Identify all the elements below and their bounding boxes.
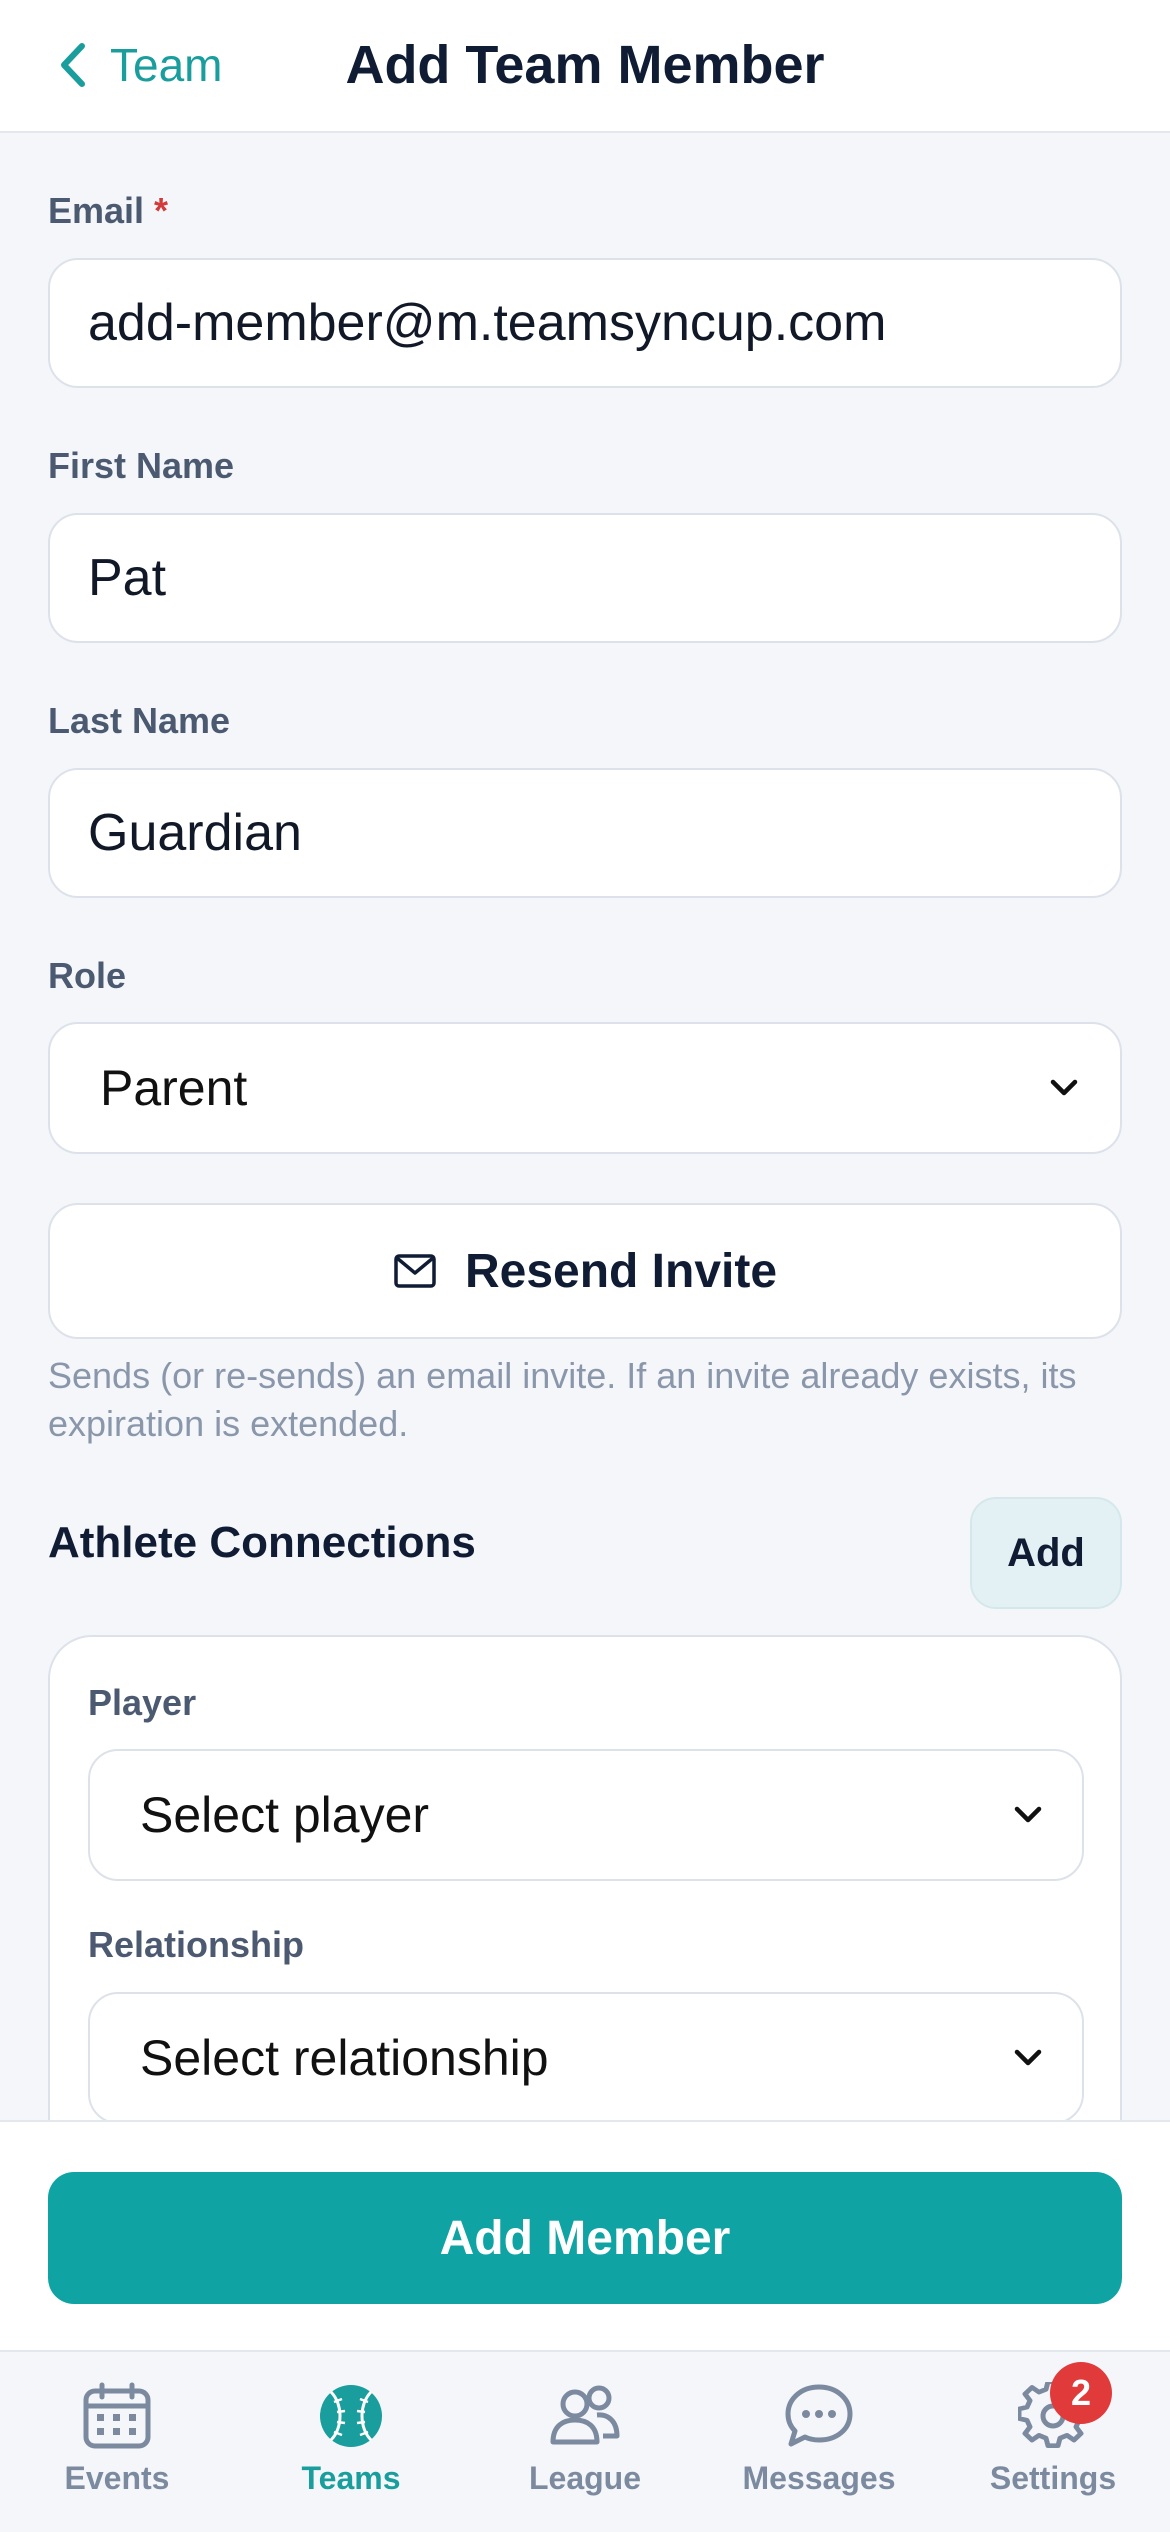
settings-badge: 2 [1050, 2362, 1112, 2424]
add-member-label: Add Member [439, 2211, 731, 2265]
first-name-field[interactable]: Pat [48, 513, 1122, 643]
mail-icon [394, 1254, 436, 1288]
email-value: add-member@m.teamsyncup.com [88, 294, 887, 352]
first-name-label: First Name [48, 445, 235, 486]
relationship-label: Relationship [88, 1924, 305, 1965]
athlete-connections-title: Athlete Connections [48, 1518, 476, 1567]
baseball-icon [320, 2385, 382, 2447]
chevron-down-icon [1014, 1806, 1042, 1823]
tab-messages[interactable]: Messages [702, 2352, 936, 2532]
top-nav-bar: Team Add Team Member [0, 0, 1170, 133]
chevron-down-icon [1014, 2049, 1042, 2066]
relationship-value: Select relationship [140, 2030, 549, 2086]
action-footer: Add Member [0, 2120, 1170, 2350]
tab-teams[interactable]: Teams [234, 2352, 468, 2532]
email-field[interactable]: add-member@m.teamsyncup.com [48, 258, 1122, 388]
tab-messages-label: Messages [742, 2460, 896, 2496]
invite-help-text: Sends (or re-sends) an email invite. If … [48, 1355, 1077, 1444]
player-value: Select player [140, 1787, 430, 1843]
player-label: Player [88, 1682, 197, 1723]
calendar-icon [83, 2382, 151, 2449]
role-label: Role [48, 955, 127, 996]
people-icon [550, 2385, 620, 2445]
resend-invite-label: Resend Invite [464, 1244, 778, 1298]
tab-settings-label: Settings [989, 2460, 1117, 2496]
tab-events-label: Events [64, 2460, 170, 2496]
tab-teams-label: Teams [301, 2460, 401, 2496]
tab-settings[interactable]: Settings 2 [936, 2352, 1170, 2532]
role-value: Parent [100, 1060, 248, 1116]
player-select[interactable]: Select player [88, 1749, 1084, 1881]
bottom-tab-bar: Events Teams League Messages Settings 2 [0, 2350, 1170, 2532]
resend-invite-button[interactable]: Resend Invite [48, 1203, 1122, 1339]
page-title: Add Team Member [345, 35, 825, 95]
relationship-select[interactable]: Select relationship [88, 1992, 1084, 2124]
tab-league[interactable]: League [468, 2352, 702, 2532]
tab-league-label: League [528, 2460, 642, 2496]
email-label: Email * [48, 190, 168, 232]
role-select[interactable]: Parent [48, 1022, 1122, 1154]
last-name-field[interactable]: Guardian [48, 768, 1122, 898]
email-label-text: Email [48, 190, 145, 231]
required-asterisk: * [154, 190, 169, 231]
chat-icon [785, 2384, 853, 2447]
chevron-down-icon [1050, 1079, 1078, 1096]
last-name-label: Last Name [48, 700, 231, 741]
add-connection-button[interactable]: Add [970, 1497, 1122, 1609]
add-connection-label: Add [1007, 1530, 1085, 1575]
last-name-value: Guardian [88, 804, 302, 862]
tab-events[interactable]: Events [0, 2352, 234, 2532]
first-name-value: Pat [88, 549, 167, 607]
add-member-button[interactable]: Add Member [48, 2172, 1122, 2304]
